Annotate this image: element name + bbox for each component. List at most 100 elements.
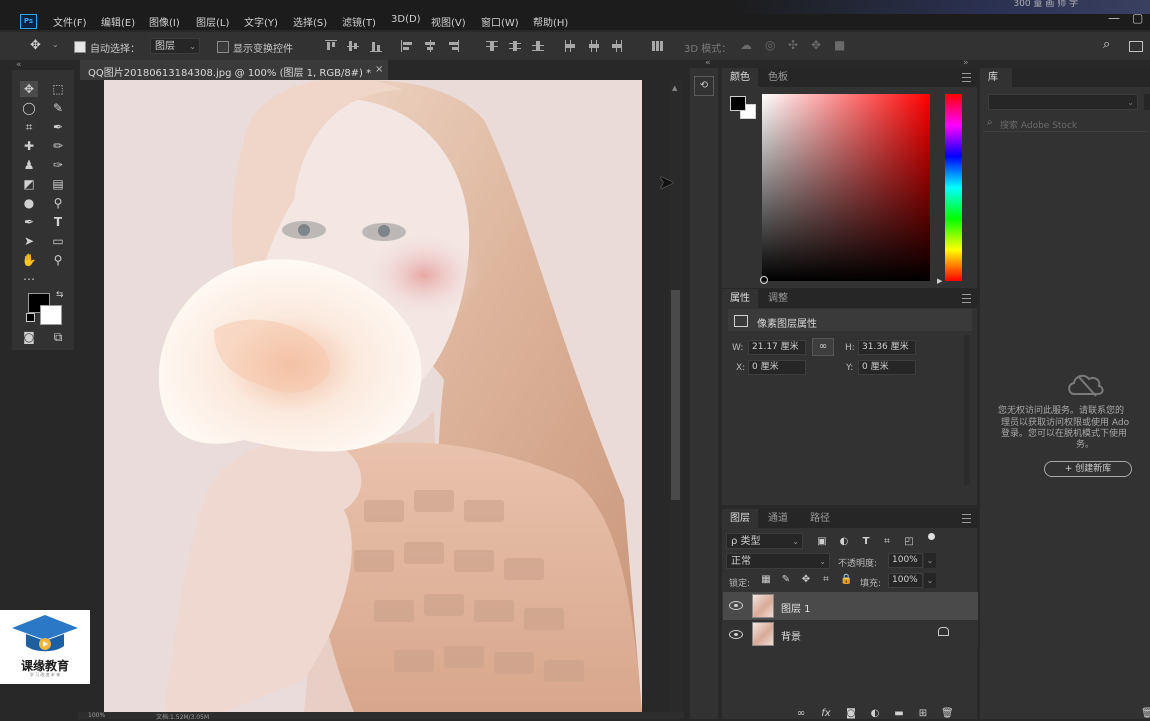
path-select-tool-icon[interactable]: ➤ (20, 233, 38, 249)
layer-filter-dropdown[interactable]: ρ 类型 ⌄ (726, 533, 803, 549)
menu-type[interactable]: 文字(Y) (244, 14, 278, 29)
eyedropper-tool-icon[interactable]: ✒ (49, 119, 67, 135)
gradient-tool-icon[interactable]: ▤ (49, 176, 67, 192)
auto-select-checkbox[interactable] (74, 41, 86, 53)
menu-file[interactable]: 文件(F) (53, 14, 87, 29)
distribute-bottom-icon[interactable] (532, 40, 544, 52)
filter-adjustment-icon[interactable]: ◐ (838, 536, 850, 548)
add-mask-icon[interactable]: ◙ (845, 708, 857, 720)
3d-scale-icon[interactable]: ■ (834, 38, 845, 52)
lock-all-icon[interactable]: 🔒 (840, 574, 852, 586)
filter-shape-icon[interactable]: ⌗ (881, 536, 893, 548)
new-layer-icon[interactable]: ⊞ (917, 708, 929, 720)
show-transform-checkbox[interactable] (217, 41, 229, 53)
hue-slider-pointer-icon[interactable]: ▶ (937, 277, 942, 285)
auto-align-icon[interactable] (651, 40, 663, 52)
library-delete-icon[interactable]: 🗑 (1141, 708, 1150, 720)
healing-brush-tool-icon[interactable]: ✚ (20, 138, 38, 154)
width-field[interactable]: 21.17 厘米 (748, 340, 806, 355)
color-field[interactable] (762, 94, 930, 281)
align-top-icon[interactable] (325, 40, 337, 52)
menu-view[interactable]: 视图(V) (431, 14, 466, 29)
document-tab[interactable]: QQ图片20180613184308.jpg @ 100% (图层 1, RGB… (80, 60, 388, 80)
toolbox-collapse-icon[interactable]: « (16, 60, 22, 70)
adjustment-layer-icon[interactable]: ◐ (869, 708, 881, 720)
document-size-info[interactable]: 文档:1.52M/3.05M (156, 712, 209, 721)
tab-adjustments[interactable]: 调整 (760, 289, 796, 308)
hand-tool-icon[interactable]: ✋ (20, 252, 38, 268)
move-tool-icon[interactable]: ✥ (30, 38, 41, 53)
tab-swatches[interactable]: 色板 (760, 68, 796, 87)
menu-select[interactable]: 选择(S) (293, 14, 327, 29)
lasso-tool-icon[interactable]: ◯ (20, 100, 38, 116)
tool-preset-chevron-down-icon[interactable]: ⌄ (52, 40, 59, 49)
more-tools-icon[interactable]: ⋯ (20, 271, 38, 287)
align-bottom-icon[interactable] (370, 40, 382, 52)
dodge-tool-icon[interactable]: ⚲ (49, 195, 67, 211)
3d-slide-icon[interactable]: ✥ (811, 38, 821, 52)
align-hcenter-icon[interactable] (424, 40, 436, 52)
menu-image[interactable]: 图像(I) (149, 14, 180, 29)
zoom-tool-icon[interactable]: ⚲ (49, 252, 67, 268)
hue-slider[interactable] (945, 94, 962, 281)
distribute-top-icon[interactable] (486, 40, 498, 52)
iconstrip-collapse-icon[interactable]: « (705, 58, 711, 68)
opacity-field[interactable]: 100% (888, 553, 923, 568)
document-canvas[interactable] (104, 80, 642, 712)
background-color-swatch[interactable] (40, 305, 62, 325)
x-field[interactable]: 0 厘米 (748, 360, 806, 375)
fill-field[interactable]: 100% (888, 573, 923, 588)
zoom-level[interactable]: 100% (88, 712, 105, 719)
tab-paths[interactable]: 路径 (802, 509, 838, 528)
y-field[interactable]: 0 厘米 (858, 360, 916, 375)
rectangle-tool-icon[interactable]: ▭ (49, 233, 67, 249)
library-view-toggle[interactable] (1144, 94, 1150, 110)
brush-tool-icon[interactable]: ✏ (49, 138, 67, 154)
type-tool-icon[interactable]: T (49, 214, 67, 230)
properties-scrollbar[interactable] (964, 335, 970, 485)
color-foreground-swatch[interactable] (730, 96, 746, 111)
link-layers-icon[interactable]: ∞ (795, 708, 807, 720)
properties-panel-menu-icon[interactable] (962, 294, 971, 303)
library-search-icon[interactable]: ⌕ (987, 117, 993, 128)
new-group-icon[interactable]: ▬ (893, 708, 905, 720)
panels-collapse-icon[interactable]: » (963, 58, 969, 68)
marquee-tool-icon[interactable]: ⬚ (49, 81, 67, 97)
clone-stamp-tool-icon[interactable]: ♟ (20, 157, 38, 173)
menu-filter[interactable]: 滤镜(T) (342, 14, 376, 29)
eraser-tool-icon[interactable]: ◩ (20, 176, 38, 192)
menu-window[interactable]: 窗口(W) (481, 14, 519, 29)
create-library-button[interactable]: + 创建新库 (1044, 461, 1132, 477)
default-colors-icon[interactable] (26, 313, 35, 322)
layer-name[interactable]: 图层 1 (781, 600, 811, 615)
lock-pixels-icon[interactable]: ✎ (780, 574, 792, 586)
menu-help[interactable]: 帮助(H) (533, 14, 568, 29)
align-left-icon[interactable] (401, 40, 413, 52)
fill-chevron-down-icon[interactable]: ⌄ (924, 573, 936, 588)
auto-select-target-dropdown[interactable]: 图层 ⌄ (150, 38, 200, 54)
vertical-scrollbar-thumb[interactable] (671, 290, 680, 500)
opacity-chevron-down-icon[interactable]: ⌄ (924, 553, 936, 568)
layers-panel-menu-icon[interactable] (962, 514, 971, 523)
lock-transparency-icon[interactable]: ▦ (760, 574, 772, 586)
library-dropdown[interactable]: ⌄ (988, 94, 1138, 110)
restore-button[interactable]: ▢ (1132, 11, 1143, 25)
lock-artboard-icon[interactable]: ⌗ (820, 574, 832, 586)
swap-colors-icon[interactable]: ⇆ (56, 290, 64, 300)
quick-mask-icon[interactable]: ◙ (20, 329, 38, 345)
tab-color[interactable]: 颜色 (722, 68, 758, 87)
search-icon[interactable]: ⌕ (1103, 37, 1110, 52)
menu-3d[interactable]: 3D(D) (391, 14, 421, 25)
tab-layers[interactable]: 图层 (722, 509, 758, 528)
lock-position-icon[interactable]: ✥ (800, 574, 812, 586)
blur-tool-icon[interactable]: ● (20, 195, 38, 211)
crop-tool-icon[interactable]: ⌗ (20, 119, 38, 135)
align-vcenter-icon[interactable] (347, 40, 359, 52)
3d-roll-icon[interactable]: ◎ (765, 38, 775, 52)
quick-select-tool-icon[interactable]: ✎ (49, 100, 67, 116)
move-tool-icon[interactable]: ✥ (20, 81, 38, 97)
color-panel-menu-icon[interactable] (962, 73, 971, 82)
screen-mode-icon[interactable]: ⧉ (49, 329, 67, 345)
filter-type-icon[interactable]: T (860, 536, 872, 548)
color-picker-ring-icon[interactable] (760, 276, 768, 284)
